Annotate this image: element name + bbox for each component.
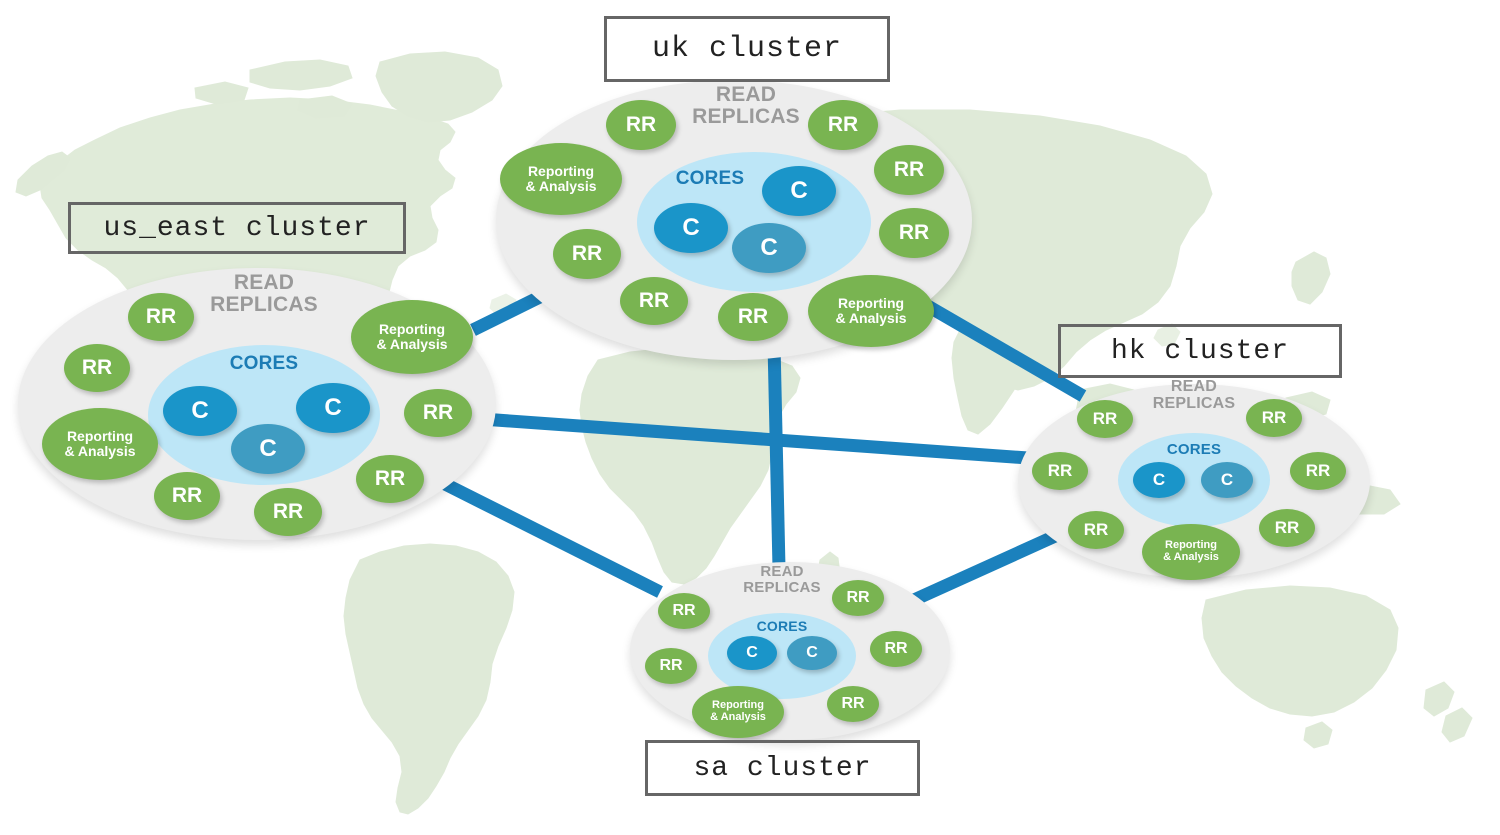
replica-node-sa-1[interactable]: RR — [870, 631, 922, 667]
cluster-title-sa[interactable]: sa cluster — [645, 740, 920, 796]
cluster-title-us_east[interactable]: us_east cluster — [68, 202, 406, 254]
diagram-canvas: READ REPLICAS CORES RR RR Reporting & Analys… — [0, 0, 1500, 835]
replica-node-sa-2[interactable]: RR — [827, 686, 879, 722]
core-node-sa-6[interactable]: C — [727, 636, 777, 670]
cluster-title-uk[interactable]: uk cluster — [604, 16, 890, 82]
core-node-sa-7[interactable]: C — [787, 636, 837, 670]
replica-node-sa-4[interactable]: RR — [645, 648, 697, 684]
cluster-sa[interactable]: READ REPLICAS CORES RR RR RR Reporting & Anal… — [0, 0, 1500, 835]
cores-label-sa: CORES — [756, 618, 808, 634]
cluster-title-hk[interactable]: hk cluster — [1058, 324, 1342, 378]
replica-node-sa-5[interactable]: RR — [658, 593, 710, 629]
replica-node-sa-0[interactable]: RR — [832, 580, 884, 616]
reporting-analysis-node-sa-3[interactable]: Reporting & Analysis — [692, 686, 784, 738]
